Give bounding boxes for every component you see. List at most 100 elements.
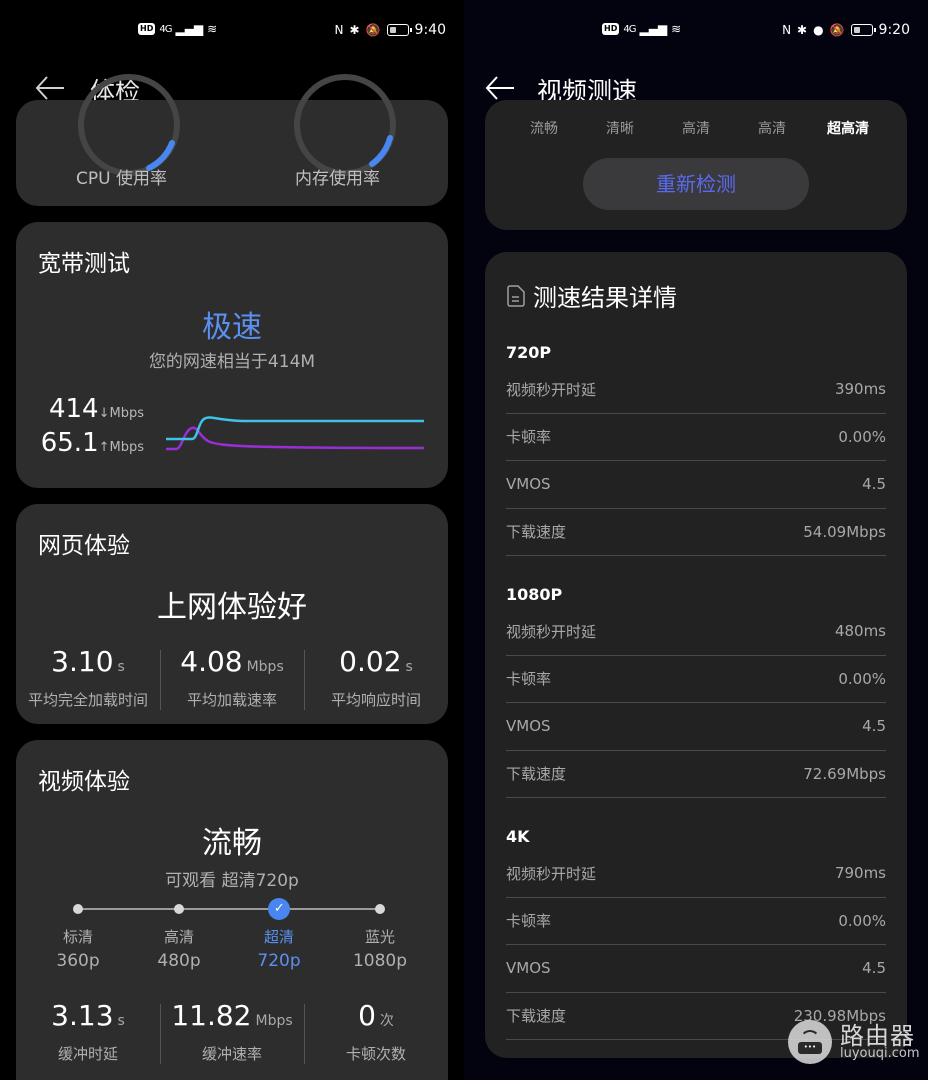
stat-value: 0 (358, 999, 376, 1032)
broadband-title: 宽带测试 (38, 251, 130, 277)
cpu-usage-label: CPU 使用率 (76, 169, 167, 189)
speed-result-detail-card: 测速结果详情 720P 视频秒开时延 390ms 卡顿率 0.00% VMOS 4.5… (485, 252, 907, 1058)
row-value: 390ms (834, 380, 886, 399)
hd-voice-icon: HD (602, 23, 620, 35)
video-title: 视频体验 (38, 769, 130, 795)
quality-res: 1080p (352, 951, 408, 971)
resolution-tab[interactable]: 高清 (758, 118, 786, 138)
row-value: 0.00% (838, 427, 886, 446)
web-stats: 3.10 s 平均完全加载时间 4.08 Mbps 平均加载速率 0.02 s 平均响… (16, 644, 448, 710)
stat-unit: Mbps (255, 1013, 293, 1029)
retest-button[interactable]: 重新检测 (583, 158, 809, 210)
stat-value: 3.10 (51, 645, 114, 678)
quality-node-360p[interactable] (73, 904, 83, 914)
download-speed: 414↓Mbps (49, 394, 144, 424)
row-value: 54.09Mbps (803, 522, 886, 541)
stat-label: 平均响应时间 (330, 691, 421, 709)
network-type: 4G (159, 23, 172, 35)
silent-icon: 🔕 (829, 23, 845, 37)
row-label: 下载速度 (506, 523, 567, 542)
broadband-subtitle: 您的网速相当于414M (148, 352, 316, 372)
resolution-tab[interactable]: 清晰 (606, 118, 634, 138)
group-title: 4K (506, 827, 530, 846)
wifi-icon: ≋ (207, 22, 218, 36)
battery-icon (850, 24, 876, 36)
stat-label: 卡顿次数 (345, 1045, 406, 1063)
row-label: 视频秒开时延 (506, 622, 597, 641)
web-experience-card[interactable]: 网页体验 上网体验好 3.10 s 平均完全加载时间 4.08 Mbps 平均加载速… (16, 504, 448, 724)
group-title: 1080P (506, 585, 563, 604)
result-group-1080p: 1080P 视频秒开时延 480ms 卡顿率 0.00% VMOS 4.5 下载速度 7… (506, 582, 886, 798)
quality-res: 360p (56, 951, 100, 971)
result-row: VMOS 4.5 (506, 461, 886, 509)
row-value: 4.5 (862, 475, 886, 494)
result-group-720p: 720P 视频秒开时延 390ms 卡顿率 0.00% VMOS 4.5 下载速度 54… (506, 340, 886, 556)
stat-unit: s (117, 1013, 125, 1029)
quality-item: 高清 480p (139, 926, 219, 971)
broadband-rating: 极速 (202, 310, 262, 345)
result-row: VMOS 4.5 (506, 703, 886, 751)
stat-value: 4.08 (180, 645, 243, 678)
download-unit: ↓Mbps (98, 406, 144, 421)
download-line (166, 416, 424, 441)
stat-value: 11.82 (171, 999, 252, 1032)
web-stat: 0.02 s 平均响应时间 (304, 644, 448, 710)
back-arrow-icon[interactable] (34, 74, 66, 102)
stat-label: 平均完全加载时间 (27, 691, 148, 709)
video-stat: 3.13 s 缓冲时延 (16, 998, 160, 1064)
row-value: 4.5 (862, 717, 886, 736)
result-row: 视频秒开时延 390ms (506, 366, 886, 414)
back-arrow-icon[interactable] (484, 74, 516, 102)
video-stat: 11.82 Mbps 缓冲速率 (160, 998, 304, 1064)
stat-label: 平均加载速率 (186, 691, 277, 709)
video-subtitle: 可观看 超清720p (165, 871, 299, 891)
bluetooth-icon: ✱ (797, 23, 808, 37)
video-rating: 流畅 (202, 826, 262, 861)
quality-name: 蓝光 (364, 928, 395, 946)
upload-value: 65.1 (40, 428, 99, 458)
stat-unit: s (405, 659, 413, 675)
resolution-tab-active[interactable]: 超高清 (827, 118, 869, 138)
group-title: 720P (506, 343, 552, 362)
web-stat: 3.10 s 平均完全加载时间 (16, 644, 160, 710)
row-label: 卡顿率 (506, 912, 552, 931)
signal-bars-icon: ▂▄▆ (175, 22, 204, 36)
quality-node-1080p[interactable] (375, 904, 385, 914)
result-row: 下载速度 72.69Mbps (506, 751, 886, 798)
location-icon: ● (813, 23, 824, 37)
quality-node-480p[interactable] (173, 904, 184, 914)
wifi-icon: ≋ (671, 22, 682, 36)
row-label: 视频秒开时延 (506, 864, 597, 883)
result-row: 视频秒开时延 790ms (506, 850, 886, 898)
row-label: 卡顿率 (506, 670, 552, 689)
broadband-test-card[interactable]: 宽带测试 极速 您的网速相当于414M 414↓Mbps 65.1↑Mbps (16, 222, 448, 488)
stat-value: 0.02 (339, 645, 402, 678)
result-row: 下载速度 54.09Mbps (506, 509, 886, 556)
detail-header: 测速结果详情 (507, 278, 677, 313)
check-icon[interactable]: ✓ (268, 898, 291, 920)
row-label: VMOS (506, 717, 551, 736)
quality-track: ✓ (73, 898, 385, 920)
quality-item: 蓝光 1080p (340, 926, 420, 971)
row-label: 视频秒开时延 (506, 380, 597, 399)
result-row: 视频秒开时延 480ms (506, 608, 886, 656)
hd-voice-icon: HD (138, 23, 156, 35)
upload-line (166, 426, 425, 451)
nfc-icon: N (782, 23, 792, 37)
nfc-icon: N (334, 23, 344, 37)
battery-icon (386, 24, 412, 36)
clock: 9:40 (414, 22, 446, 38)
resolution-tab[interactable]: 高清 (682, 118, 710, 138)
row-label: 下载速度 (506, 765, 567, 784)
quality-item-selected: 超清 720p (239, 926, 319, 971)
silent-icon: 🔕 (365, 23, 381, 37)
detail-title: 测速结果详情 (533, 284, 677, 312)
resolution-tab[interactable]: 流畅 (530, 118, 558, 138)
result-row: 卡顿率 0.00% (506, 656, 886, 703)
speed-chart (166, 416, 425, 451)
quality-name: 超清 (263, 928, 294, 946)
video-experience-card[interactable]: 视频体验 流畅 可观看 超清720p ✓ 标清 360p 高清 480p 超清 … (16, 740, 448, 1080)
result-row: 卡顿率 0.00% (506, 414, 886, 461)
video-stats: 3.13 s 缓冲时延 11.82 Mbps 缓冲速率 0次 卡顿次数 (16, 998, 448, 1064)
result-group-4k: 4K 视频秒开时延 790ms 卡顿率 0.00% VMOS 4.5 下载速度 230.… (506, 824, 886, 1040)
